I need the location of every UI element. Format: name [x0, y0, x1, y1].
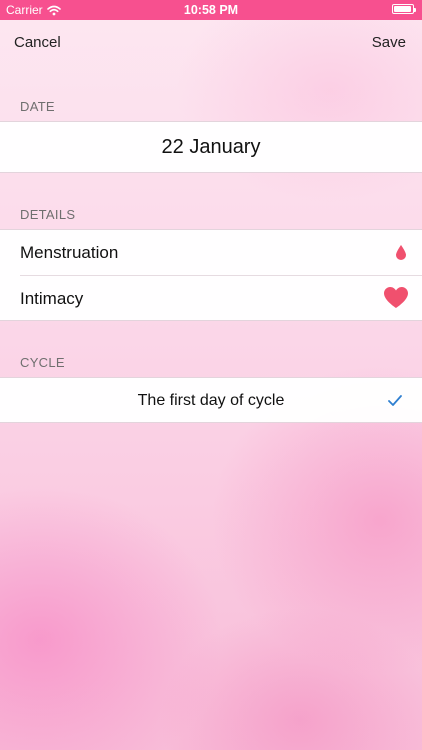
status-bar: Carrier 10:58 PM [0, 0, 422, 20]
date-cell[interactable]: 22 January [0, 121, 422, 173]
intimacy-row[interactable]: Intimacy [0, 276, 422, 322]
navigation-bar: Cancel Save [0, 20, 422, 65]
heart-icon [384, 287, 408, 308]
details-group: Menstruation Intimacy [0, 229, 422, 321]
checkmark-icon [388, 395, 402, 406]
first-day-of-cycle-row[interactable]: The first day of cycle [0, 377, 422, 423]
cycle-section-header: CYCLE [20, 355, 65, 370]
blood-drop-icon [396, 245, 406, 260]
first-day-of-cycle-label: The first day of cycle [137, 392, 285, 409]
date-value: 22 January [161, 136, 261, 158]
status-time: 10:58 PM [183, 3, 239, 17]
cancel-button[interactable]: Cancel [14, 34, 61, 51]
battery-icon [392, 4, 416, 14]
menstruation-label: Menstruation [20, 243, 119, 262]
background [0, 0, 422, 750]
save-button[interactable]: Save [372, 34, 406, 51]
status-right [392, 4, 416, 14]
date-section-header: DATE [20, 99, 55, 114]
details-section-header: DETAILS [20, 207, 76, 222]
menstruation-row[interactable]: Menstruation [0, 230, 422, 276]
intimacy-label: Intimacy [20, 289, 84, 308]
